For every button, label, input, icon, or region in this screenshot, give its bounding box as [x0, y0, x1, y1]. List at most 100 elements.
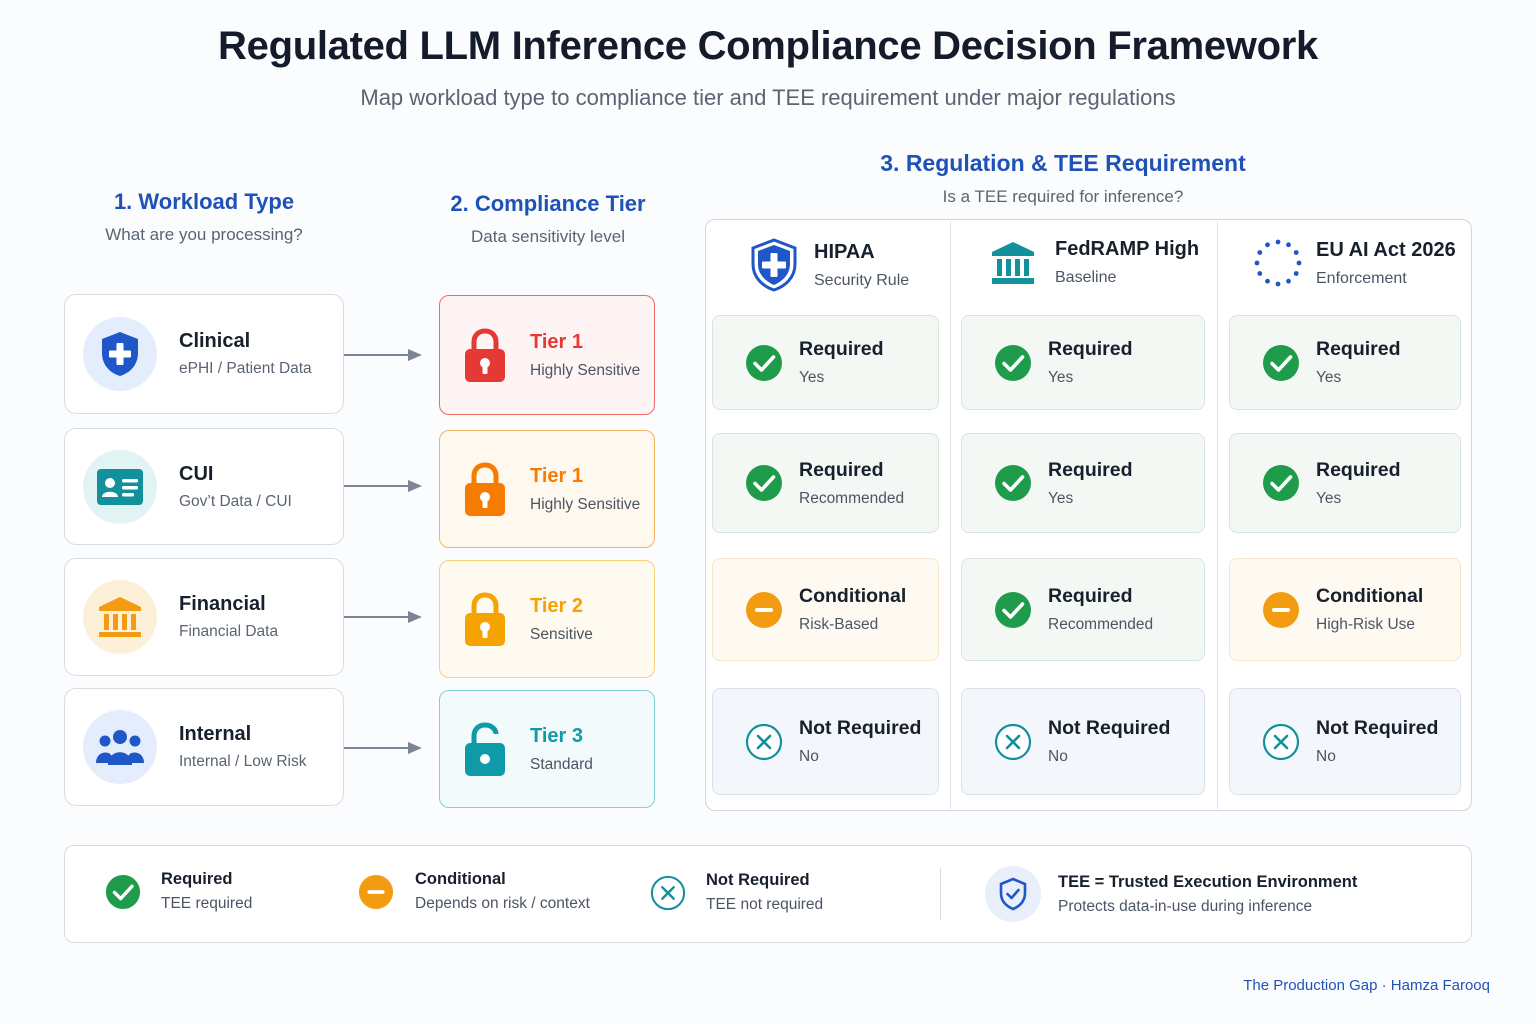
legend-sub: Protects data-in-use during inference	[1058, 897, 1313, 915]
lock-closed-icon	[465, 462, 505, 516]
matrix-cell: Required Yes	[1229, 315, 1461, 410]
tier-title: Tier 3	[530, 724, 583, 747]
regulation-title: FedRAMP High	[1055, 238, 1200, 260]
matrix-cell: Conditional Risk-Based	[712, 558, 939, 661]
legend-sub: Depends on risk / context	[415, 895, 590, 912]
shield-plus-icon	[751, 238, 797, 292]
shield-check-icon	[985, 866, 1041, 922]
workload-title: Financial	[179, 593, 266, 615]
matrix-cell: Required Yes	[1229, 433, 1461, 533]
legend-title: Not Required	[706, 871, 810, 889]
cell-status: Required	[1048, 338, 1133, 360]
cell-status: Not Required	[1048, 717, 1171, 739]
column-heading-sub: Data sensitivity level	[470, 227, 625, 246]
cell-sub: Yes	[1048, 489, 1074, 507]
bank-icon	[992, 241, 1034, 284]
tier-sub: Highly Sensitive	[530, 361, 641, 379]
check-icon	[746, 465, 782, 501]
tier-card-1-orange: Tier 1 Highly Sensitive	[439, 430, 655, 548]
matrix-cell: Required Recommended	[961, 558, 1205, 661]
cell-sub: Recommended	[1048, 616, 1154, 633]
column-heading-title: 3. Regulation & TEE Requirement	[880, 150, 1246, 176]
cell-status: Not Required	[799, 717, 922, 739]
regulation-sub: Enforcement	[1316, 269, 1407, 287]
workload-title: Clinical	[179, 330, 251, 352]
cell-status: Required	[1316, 458, 1401, 481]
legend-sub: TEE not required	[706, 896, 824, 913]
x-icon	[650, 875, 686, 910]
check-icon	[995, 591, 1031, 628]
workload-sub: Financial Data	[179, 623, 279, 640]
cell-status: Not Required	[1316, 717, 1439, 739]
tier-title: Tier 2	[530, 594, 583, 617]
column-heading-sub: Is a TEE required for inference?	[942, 187, 1184, 206]
workload-card-clinical: Clinical ePHI / Patient Data	[64, 294, 344, 414]
column-divider	[950, 221, 951, 809]
id-card-icon	[83, 449, 157, 524]
cell-status: Required	[799, 458, 884, 481]
eu-stars-icon	[1254, 239, 1302, 287]
tier-sub: Highly Sensitive	[530, 495, 641, 513]
tier-card-2: Tier 2 Sensitive	[439, 560, 655, 678]
matrix-cell: Not Required No	[712, 688, 939, 795]
legend-divider	[940, 868, 941, 920]
cell-sub: Recommended	[799, 489, 905, 507]
cell-sub: No	[799, 748, 819, 765]
matrix-cell: Conditional High-Risk Use	[1229, 558, 1461, 661]
cell-status: Required	[1048, 458, 1133, 481]
check-icon	[105, 874, 141, 909]
matrix-cell: Required Yes	[961, 315, 1205, 410]
cell-sub: Risk-Based	[799, 616, 879, 633]
minus-icon	[358, 874, 394, 909]
matrix-cell: Required Recommended	[712, 433, 939, 533]
matrix-cell: Not Required No	[1229, 688, 1461, 795]
column-heading-title: 2. Compliance Tier	[450, 191, 646, 216]
arrow-right-icon	[344, 742, 422, 754]
matrix-cell: Not Required No	[961, 688, 1205, 795]
cell-sub: High-Risk Use	[1316, 616, 1416, 633]
matrix-cell: Required Yes	[712, 315, 939, 410]
tier-card-1-red: Tier 1 Highly Sensitive	[439, 295, 655, 415]
cell-status: Conditional	[799, 585, 907, 607]
legend-title: Conditional	[415, 870, 506, 888]
workload-card-internal: Internal Internal / Low Risk	[64, 688, 344, 806]
regulation-title: EU AI Act 2026	[1316, 238, 1456, 261]
cell-sub: No	[1048, 748, 1068, 765]
people-icon	[83, 710, 157, 784]
column-heading-regulation: 3. Regulation & TEE Requirement Is a TEE…	[813, 150, 1313, 207]
legend-item-required: Required TEE required	[105, 870, 252, 913]
legend-title: Required	[161, 870, 233, 888]
arrow-right-icon	[344, 611, 422, 623]
regulation-header-fedramp: FedRAMP High Baseline	[990, 238, 1199, 287]
cell-status: Required	[799, 338, 884, 360]
page-title: Regulated LLM Inference Compliance Decis…	[218, 24, 1318, 68]
lock-closed-icon	[465, 592, 505, 646]
tier-title: Tier 1	[530, 330, 583, 353]
bank-icon	[83, 580, 157, 654]
arrow-right-icon	[344, 349, 422, 361]
workload-card-financial: Financial Financial Data	[64, 558, 344, 676]
minus-icon	[1263, 591, 1299, 628]
regulation-sub: Security Rule	[814, 271, 910, 289]
cell-sub: Yes	[1048, 369, 1074, 386]
check-icon	[995, 344, 1031, 381]
cell-sub: Yes	[1316, 489, 1342, 507]
workload-sub: ePHI / Patient Data	[179, 360, 312, 377]
legend-sub: TEE required	[161, 895, 253, 912]
tier-sub: Sensitive	[530, 625, 593, 643]
regulation-header-eu-ai-act: EU AI Act 2026 Enforcement	[1253, 238, 1456, 288]
minus-icon	[746, 591, 782, 628]
check-icon	[1263, 344, 1299, 381]
cell-status: Required	[1316, 338, 1401, 360]
legend-item-not-required: Not Required TEE not required	[650, 871, 823, 914]
workload-title: CUI	[179, 462, 214, 485]
arrow-right-icon	[344, 480, 422, 492]
regulation-title: HIPAA	[814, 240, 875, 263]
workload-sub: Internal / Low Risk	[179, 753, 307, 770]
column-heading-workload: 1. Workload Type What are you processing…	[64, 189, 344, 245]
tier-title: Tier 1	[530, 464, 583, 487]
column-heading-tier: 2. Compliance Tier Data sensitivity leve…	[420, 191, 676, 247]
regulation-header-hipaa: HIPAA Security Rule	[750, 238, 909, 292]
x-icon	[745, 723, 783, 760]
matrix-cell: Required Yes	[961, 433, 1205, 533]
